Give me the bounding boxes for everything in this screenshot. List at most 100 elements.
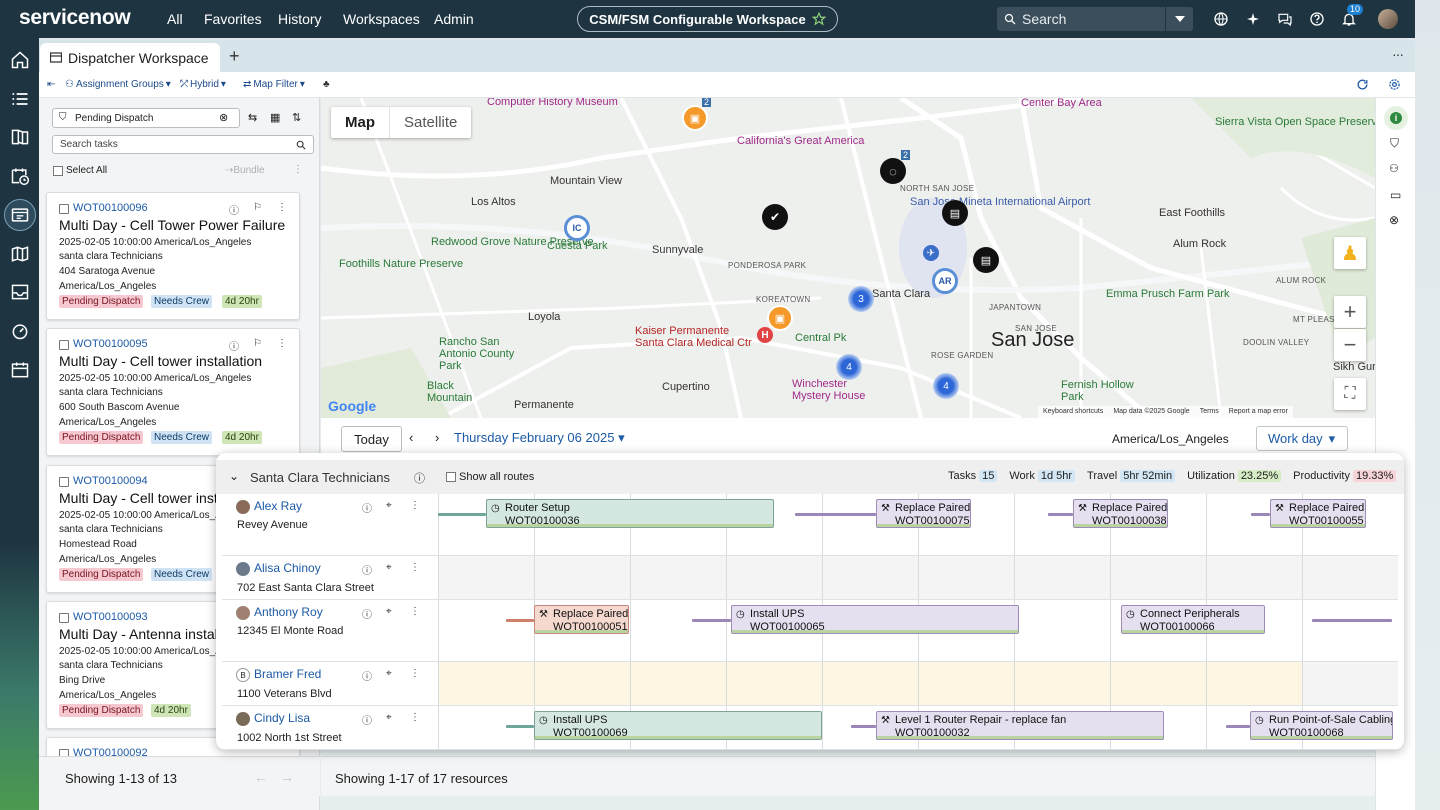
show-all-routes-checkbox[interactable] — [446, 472, 456, 482]
scheduled-task-bar[interactable]: ◷ Connect Peripherals WOT00100066 — [1121, 605, 1265, 634]
document-add-icon[interactable]: ▭ — [1390, 188, 1401, 202]
task-location-pin[interactable]: ▣ — [682, 105, 708, 131]
info-icon[interactable]: ⓘ — [362, 606, 372, 621]
resource-name[interactable]: Alex Ray — [254, 499, 302, 513]
hybrid-view-toggle[interactable]: ⤱ Hybrid ▾ — [180, 79, 226, 90]
schedule-date-picker[interactable]: Thursday February 06 2025 ▾ — [454, 430, 625, 446]
more-vertical-icon[interactable]: ⋮ — [277, 202, 287, 213]
more-vertical-icon[interactable]: ⋮ — [410, 668, 420, 679]
task-number[interactable]: WOT00100094 — [73, 475, 148, 487]
nav-all[interactable]: All — [167, 11, 183, 27]
fullscreen-button[interactable]: ⛶ — [1334, 378, 1366, 410]
previous-day-icon[interactable]: ‹ — [409, 430, 413, 445]
sort-swap-icon[interactable]: ⇆ — [248, 111, 257, 124]
map-cluster[interactable]: 4 — [836, 354, 862, 380]
settings-gear-icon[interactable] — [1388, 78, 1401, 91]
street-view-pegman[interactable]: ♟ — [1334, 237, 1366, 269]
info-panel-button[interactable]: i — [1384, 106, 1408, 130]
nav-favorites[interactable]: Favorites — [204, 11, 262, 27]
location-pin-icon[interactable]: ⌖ — [386, 500, 392, 511]
chat-icon[interactable] — [1277, 11, 1293, 27]
info-icon[interactable]: ⓘ — [229, 202, 239, 217]
more-vertical-icon[interactable]: ⋮ — [410, 712, 420, 723]
calendar-icon[interactable] — [10, 360, 30, 380]
technician-pin-ar[interactable]: AR — [932, 268, 958, 294]
clear-filter-icon[interactable]: ⊗ — [219, 111, 228, 124]
user-avatar[interactable] — [1378, 9, 1398, 29]
info-icon[interactable]: ⓘ — [414, 470, 425, 486]
technician-pin[interactable]: ◌ — [880, 158, 906, 184]
filter-icon[interactable]: ⛉ — [1390, 136, 1399, 151]
resource-name[interactable]: Anthony Roy — [254, 605, 323, 619]
scheduled-task-bar[interactable]: ◷ Run Point-of-Sale Cabling WOT00100068 — [1250, 711, 1393, 740]
calendar-filter-icon[interactable]: ▦ — [270, 111, 280, 124]
bundle-button[interactable]: ⇢Bundle — [225, 165, 265, 176]
scheduled-task-bar[interactable]: ⚒ Replace Paired : WOT00100038 — [1073, 499, 1168, 528]
select-all-checkbox[interactable] — [53, 166, 63, 176]
more-options-icon[interactable]: ··· — [1392, 46, 1404, 62]
flag-icon[interactable]: ⚐ — [253, 202, 262, 213]
zoom-in-button[interactable]: + — [1334, 296, 1366, 328]
sort-icon[interactable]: ⇅ — [292, 111, 301, 124]
chevron-down-icon[interactable] — [1175, 15, 1185, 23]
map-icon[interactable] — [10, 244, 30, 264]
task-filter-select[interactable]: ⛉ Pending Dispatch ⊗ — [52, 108, 240, 128]
task-location-pin[interactable]: ▣ — [767, 305, 793, 331]
dashboard-icon[interactable] — [10, 321, 30, 341]
location-pin-icon[interactable]: ⌖ — [386, 606, 392, 617]
zoom-out-button[interactable]: − — [1334, 329, 1366, 361]
terms-link[interactable]: Terms — [1200, 408, 1219, 416]
info-icon[interactable]: ⓘ — [362, 668, 372, 683]
tab-dispatcher-workspace[interactable]: Dispatcher Workspace — [40, 43, 220, 72]
global-search-input[interactable]: Search — [997, 7, 1193, 31]
technician-pin-ic[interactable]: IC — [564, 215, 590, 241]
next-page-icon[interactable]: → — [280, 769, 294, 785]
list-icon[interactable] — [10, 89, 30, 109]
technician-pin[interactable]: ▤ — [973, 247, 999, 273]
task-checkbox[interactable] — [59, 613, 69, 623]
location-pin-icon[interactable]: ⌖ — [386, 668, 392, 679]
scheduled-task-bar[interactable]: ◷ Install UPS WOT00100069 — [534, 711, 822, 740]
scheduled-task-bar[interactable]: ◷ Router Setup WOT00100036 — [486, 499, 774, 528]
scheduled-task-bar[interactable]: ◷ Install UPS WOT00100065 — [731, 605, 1019, 634]
task-number[interactable]: WOT00100095 — [73, 338, 148, 350]
task-checkbox[interactable] — [59, 204, 69, 214]
technician-pin[interactable]: ✔ — [762, 204, 788, 230]
more-vertical-icon[interactable]: ⋮ — [293, 164, 303, 175]
resource-name[interactable]: Alisa Chinoy — [254, 561, 321, 575]
nav-workspaces[interactable]: Workspaces — [343, 11, 420, 27]
task-search-input[interactable]: Search tasks — [52, 135, 314, 154]
nav-history[interactable]: History — [278, 11, 322, 27]
more-vertical-icon[interactable]: ⋮ — [410, 500, 420, 511]
people-icon[interactable]: ⚇ — [1389, 162, 1399, 175]
info-icon[interactable]: ⓘ — [362, 562, 372, 577]
task-number[interactable]: WOT00100096 — [73, 202, 148, 214]
resource-timeline[interactable] — [438, 662, 1398, 705]
collapse-group-icon[interactable]: ⌄ — [229, 469, 239, 483]
info-icon[interactable]: ⓘ — [362, 712, 372, 727]
info-icon[interactable]: ⓘ — [229, 338, 239, 353]
report-error-link[interactable]: Report a map error — [1229, 408, 1288, 416]
dispatcher-workspace-icon[interactable] — [10, 205, 30, 225]
crew-icon[interactable]: ♣ — [323, 79, 330, 90]
exclude-icon[interactable]: ⊗ — [1389, 213, 1399, 227]
home-icon[interactable] — [10, 50, 30, 70]
globe-icon[interactable] — [1213, 11, 1229, 27]
scheduled-task-bar[interactable]: ⚒ Replace Paired : WOT00100075 — [876, 499, 971, 528]
flag-icon[interactable]: ⚐ — [253, 338, 262, 349]
map-cluster[interactable]: 3 — [848, 286, 874, 312]
technician-pin[interactable]: ▤ — [942, 200, 968, 226]
task-number[interactable]: WOT00100093 — [73, 611, 148, 623]
add-tab-icon[interactable]: + — [229, 46, 240, 67]
more-vertical-icon[interactable]: ⋮ — [277, 338, 287, 349]
scheduled-task-bar[interactable]: ⚒ Replace Paired : WOT00100055 — [1270, 499, 1366, 528]
assignment-groups-filter[interactable]: ⚇ Assignment Groups ▾ — [65, 79, 171, 90]
resource-timeline[interactable] — [438, 556, 1398, 599]
satellite-view-button[interactable]: Satellite — [389, 107, 471, 138]
info-icon[interactable]: ⓘ — [362, 500, 372, 515]
task-card[interactable]: WOT00100095 ⓘ ⚐ ⋮ Multi Day - Cell tower… — [46, 328, 300, 456]
view-range-dropdown[interactable]: Work day ▾ — [1256, 426, 1348, 451]
today-button[interactable]: Today — [341, 426, 402, 452]
workspace-title-pill[interactable]: CSM/FSM Configurable Workspace — [577, 6, 838, 32]
servicenow-logo[interactable]: servicenow — [19, 6, 131, 30]
